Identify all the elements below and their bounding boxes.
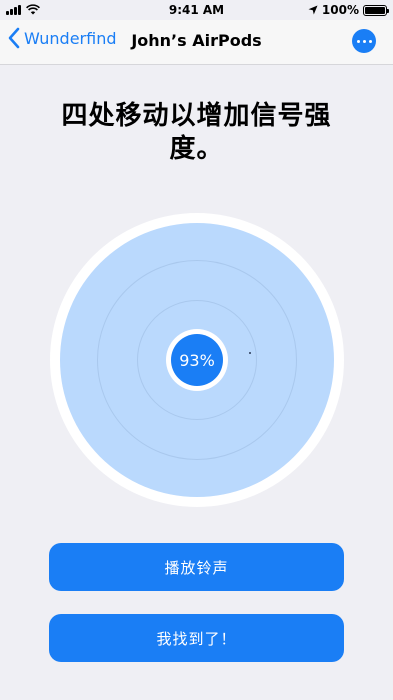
location-arrow-icon xyxy=(308,5,318,15)
ellipsis-icon xyxy=(368,39,372,43)
chevron-left-icon xyxy=(8,27,20,49)
status-bar: 9:41 AM 100% xyxy=(0,0,393,20)
found-it-button[interactable]: 我找到了！ xyxy=(49,614,344,662)
back-button-label: Wunderfind xyxy=(24,28,117,48)
ellipsis-icon xyxy=(356,39,360,43)
battery-fill xyxy=(365,6,385,14)
battery-icon xyxy=(363,4,389,16)
instruction-heading: 四处移动以增加信号强度。 xyxy=(61,101,332,164)
more-options-button[interactable] xyxy=(352,29,376,53)
signal-badge: 93% xyxy=(166,329,228,391)
play-sound-button[interactable]: 播放铃声 xyxy=(49,543,344,591)
navigation-bar: Wunderfind John’s AirPods xyxy=(0,20,393,65)
battery-percent: 100% xyxy=(321,3,359,17)
back-button[interactable]: Wunderfind xyxy=(8,27,116,49)
device-dot xyxy=(249,352,251,354)
signal-radar: 93% xyxy=(50,213,344,507)
app-screen: 9:41 AM 100% Wunderfind John’s AirPods 四… xyxy=(0,0,393,700)
signal-strength-label: 93% xyxy=(171,334,223,386)
ellipsis-icon xyxy=(362,39,366,43)
status-right: 100% xyxy=(308,3,389,17)
